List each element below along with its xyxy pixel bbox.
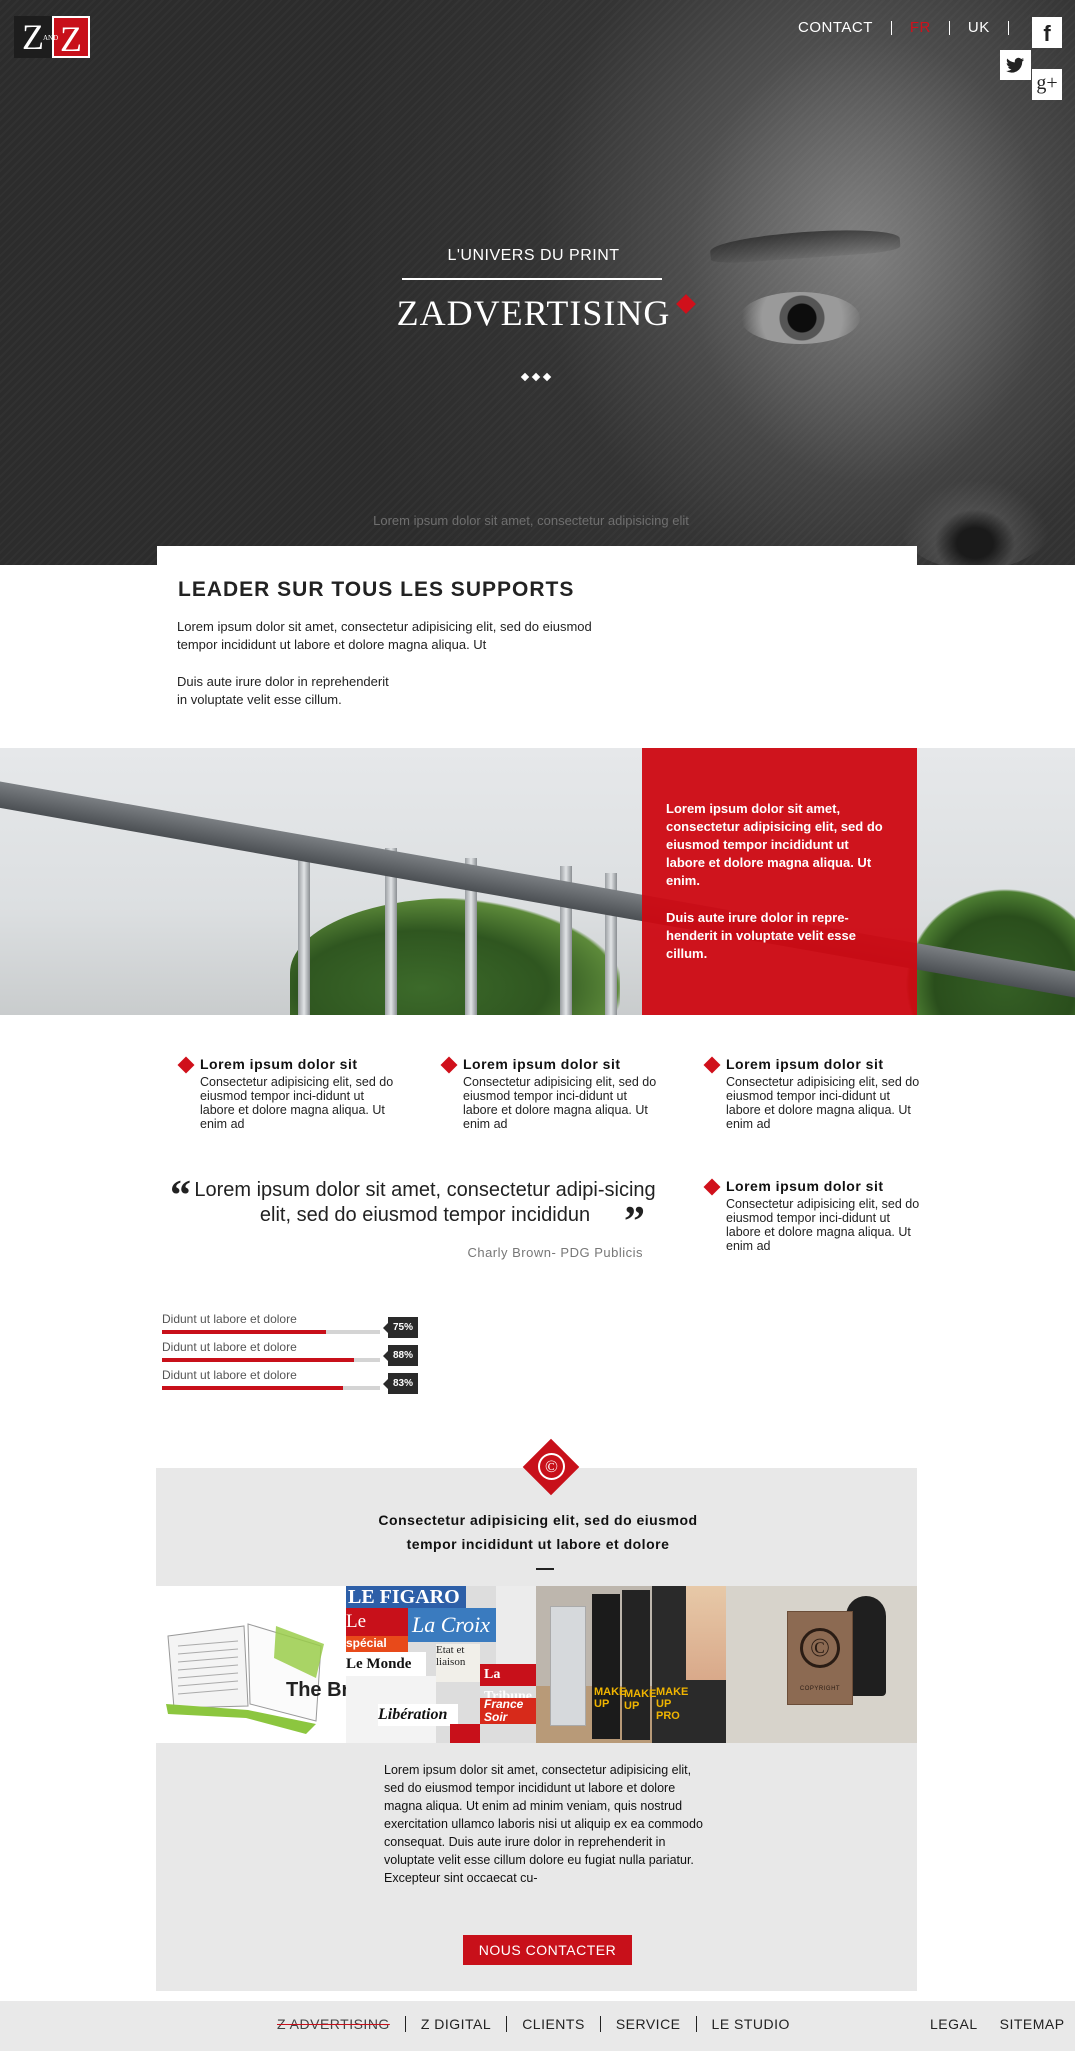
copyright-sign-icon: © [800,1628,840,1668]
hero [0,0,1075,565]
facebook-icon[interactable]: f [1032,17,1062,48]
hero-subtitle: L'UNIVERS DU PRINT [447,247,620,264]
nav-lang-fr[interactable]: FR [892,19,949,36]
skill-fill [162,1358,354,1362]
copyright-sign-label: COPYRIGHT [799,1686,841,1692]
logo-and: AND [43,34,59,42]
footer-sitemap-link[interactable]: SITEMAP [1000,2016,1065,2032]
feature-text: Consectetur adipisicing elit, sed do eiu… [200,1075,394,1131]
newspaper-title: France Soir [480,1698,536,1724]
diamond-bullet-icon [703,1056,721,1074]
googleplus-icon[interactable]: g+ [1032,69,1062,100]
skill-fill [162,1386,343,1390]
skill-label: Didunt ut labore et dolore [162,1368,297,1382]
carousel-dot[interactable] [542,372,552,382]
leader-paragraph: Lorem ipsum dolor sit amet, consectetur … [177,619,592,652]
banner-text: MAKE UP [624,1688,657,1712]
newspaper-title: La Croix [408,1608,508,1642]
services-description: Lorem ipsum dolor sit amet, consectetur … [384,1763,703,1885]
skill-percent-badge: 75% [383,1317,418,1338]
skill-track [162,1358,380,1362]
services-divider [536,1568,554,1570]
leader-title: LEADER SUR TOUS LES SUPPORTS [178,578,575,601]
diamond-bullet-icon [440,1056,458,1074]
banner-text: MAKE UP PRO [656,1686,689,1722]
newspaper-title: La Tribune [480,1664,536,1704]
copyright-icon: © [538,1453,565,1480]
skill-fill [162,1330,326,1334]
diamond-bullet-icon [703,1178,721,1196]
newspaper-title: Le Monde [346,1652,426,1676]
leader-paragraph: Duis aute irure dolor in reprehenderit i… [177,674,389,707]
open-quote-icon: “ [170,1173,191,1219]
skill-label: Didunt ut labore et dolore [162,1312,297,1326]
newspaper-title: Libération [378,1704,458,1726]
skill-label: Didunt ut labore et dolore [162,1340,297,1354]
top-nav: CONTACT FR UK [780,19,1009,36]
footer-right-links: LEGAL SITEMAP [930,2016,1065,2032]
testimonial-quote: Lorem ipsum dolor sit amet, consectetur … [194,1179,656,1226]
diamond-bullet-icon [177,1056,195,1074]
carousel-dot[interactable] [531,372,541,382]
newspaper-title: Le Point [346,1608,408,1660]
newspaper-title: spécial Israël [346,1636,408,1664]
nav-divider [1007,20,1009,35]
footer-nav: Z ADVERTISING Z DIGITAL CLIENTS SERVICE … [262,2016,805,2032]
post [298,838,310,1015]
skill-bar: Didunt ut labore et dolore 88% [162,1340,418,1366]
skill-track [162,1330,380,1334]
feature-title: Lorem ipsum dolor sit [726,1056,884,1072]
logo[interactable]: Z Z AND [14,16,90,59]
hero-carousel-dots[interactable] [520,372,552,382]
nav-lang-uk[interactable]: UK [950,19,1008,36]
copyright-image[interactable]: © COPYRIGHT [726,1586,917,1743]
banner-text: MAKE UP [594,1686,627,1710]
footer-nav-z-digital[interactable]: Z DIGITAL [406,2016,506,2032]
feature-title: Lorem ipsum dolor sit [463,1056,621,1072]
brochure-image[interactable]: The Brochure [156,1586,346,1743]
feature-item: Lorem ipsum dolor sit Consectetur adipis… [703,1178,926,1253]
brochure-title: The Brochure [286,1679,346,1701]
feature-item: Lorem ipsum dolor sit Consectetur adipis… [703,1056,926,1131]
newspapers-image[interactable]: LE FIGARO Le Point La Croix spécial Isra… [346,1586,536,1743]
hero-caption: Lorem ipsum dolor sit amet, consectetur … [373,513,689,528]
services-heading: Consectetur adipisicing elit, sed do eiu… [378,1512,698,1552]
carousel-dot[interactable] [520,372,530,382]
newspaper-title: Etat et liaison [436,1644,480,1682]
close-quote-icon: ” [624,1199,645,1245]
skill-bar: Didunt ut labore et dolore 75% [162,1312,418,1338]
skill-track [162,1386,380,1390]
feature-text: Consectetur adipisicing elit, sed do eiu… [726,1197,920,1253]
contact-us-button[interactable]: NOUS CONTACTER [463,1935,632,1965]
footer-nav-le-studio[interactable]: LE STUDIO [697,2016,805,2032]
feature-title: Lorem ipsum dolor sit [726,1178,884,1194]
feature-item: Lorem ipsum dolor sit Consectetur adipis… [440,1056,663,1131]
skill-percent-badge: 88% [383,1345,418,1366]
feature-title: Lorem ipsum dolor sit [200,1056,358,1072]
red-panel-paragraph: Lorem ipsum dolor sit amet, consectetur … [666,801,883,888]
footer-nav-clients[interactable]: CLIENTS [507,2016,600,2032]
hero-title: ZADVERTISING [396,293,671,333]
newspaper-title: LE FIGARO [348,1586,460,1608]
red-panel-paragraph: Duis aute irure dolor in repre-henderit … [666,910,856,961]
feature-text: Consectetur adipisicing elit, sed do eiu… [726,1075,920,1131]
hero-divider [402,278,662,280]
footer-nav-z-advertising[interactable]: Z ADVERTISING [262,2016,405,2032]
testimonial-author: Charly Brown- PDG Publicis [467,1245,643,1260]
rollup-banners-image[interactable]: MAKE UP MAKE UP MAKE UP PRO [536,1586,726,1743]
skill-bar: Didunt ut labore et dolore 83% [162,1368,418,1394]
feature-text: Consectetur adipisicing elit, sed do eiu… [463,1075,657,1131]
footer-nav-service[interactable]: SERVICE [601,2016,696,2032]
footer-legal-link[interactable]: LEGAL [930,2016,978,2032]
feature-item: Lorem ipsum dolor sit Consectetur adipis… [177,1056,400,1131]
hero-face-photo [560,0,1075,565]
skill-percent-badge: 83% [383,1373,418,1394]
twitter-icon[interactable] [1000,50,1031,80]
services-gallery: The Brochure LE FIGARO Le Point La Croix… [156,1586,917,1743]
nav-contact[interactable]: CONTACT [780,19,891,36]
